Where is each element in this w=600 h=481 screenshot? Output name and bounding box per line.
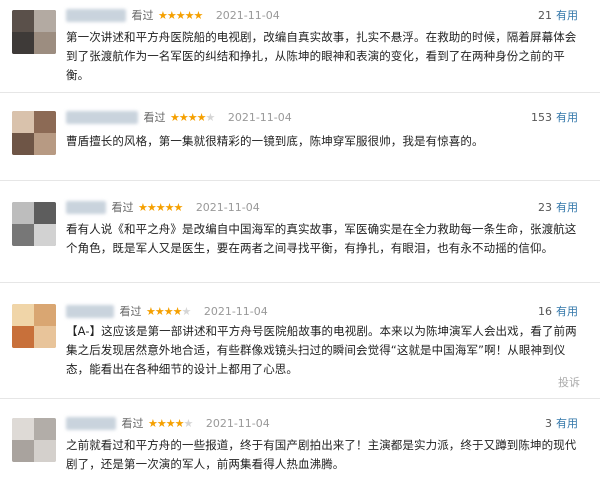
rating-stars: ★★★★★	[170, 110, 215, 124]
review-meta: 看过 ★★★★★ 2021-11-04	[66, 199, 260, 215]
username[interactable]	[66, 200, 106, 214]
review-text: 第一次讲述和平方舟医院船的电视剧，改编自真实故事，扎实不悬浮。在救助的时候，隔着…	[66, 30, 577, 82]
username[interactable]	[66, 110, 138, 124]
useful-count: 21	[538, 9, 552, 22]
useful-vote[interactable]: 3 有用	[545, 415, 578, 431]
review-meta: 看过 ★★★★★ 2021-11-04	[66, 109, 292, 125]
useful-vote[interactable]: 153 有用	[531, 109, 578, 125]
review-date: 2021-11-04	[215, 8, 280, 22]
username[interactable]	[66, 304, 114, 318]
review-text: 【A-】这应该是第一部讲述和平方舟号医院船故事的电视剧。本来以为陈坤演军人会出戏…	[66, 324, 577, 376]
review-text: 曹盾擅长的风格，第一集就很精彩的一镜到底，陈坤穿军服很帅，我是有惊喜的。	[66, 134, 484, 148]
watched-status: 看过	[131, 9, 154, 22]
watched-status: 看过	[121, 417, 144, 430]
avatar[interactable]	[12, 10, 56, 54]
avatar[interactable]	[12, 418, 56, 462]
useful-button[interactable]: 有用	[556, 417, 578, 430]
review-date: 2021-11-04	[203, 304, 268, 318]
rating-stars: ★★★★★	[146, 304, 191, 318]
review-text: 之前就看过和平方舟的一些报道，终于有国产剧拍出来了！主演都是实力派，终于又蹲到陈…	[66, 438, 577, 471]
divider	[0, 398, 600, 399]
username[interactable]	[66, 8, 126, 22]
useful-button[interactable]: 有用	[556, 201, 578, 214]
useful-count: 153	[531, 111, 552, 124]
watched-status: 看过	[111, 201, 134, 214]
watched-status: 看过	[143, 111, 166, 124]
rating-stars: ★★★★★	[138, 200, 183, 214]
avatar[interactable]	[12, 304, 56, 348]
review-meta: 看过 ★★★★★ 2021-11-04	[66, 7, 280, 23]
avatar[interactable]	[12, 111, 56, 155]
review-date: 2021-11-04	[205, 416, 270, 430]
useful-vote[interactable]: 23 有用	[538, 199, 578, 215]
useful-vote[interactable]: 21 有用	[538, 7, 578, 23]
divider	[0, 180, 600, 181]
useful-button[interactable]: 有用	[556, 111, 578, 124]
report-link[interactable]: 投诉	[558, 374, 580, 390]
useful-count: 23	[538, 201, 552, 214]
watched-status: 看过	[119, 305, 142, 318]
review-text: 看有人说《和平之舟》是改编自中国海军的真实故事，军医确实是在全力救助每一条生命，…	[66, 222, 577, 255]
useful-button[interactable]: 有用	[556, 9, 578, 22]
rating-stars: ★★★★★	[158, 8, 203, 22]
short-comments-list: 看过 ★★★★★ 2021-11-04 21 有用 第一次讲述和平方舟医院船的电视…	[0, 0, 600, 481]
review-meta: 看过 ★★★★★ 2021-11-04	[66, 303, 268, 319]
rating-stars: ★★★★★	[148, 416, 193, 430]
useful-count: 3	[545, 417, 552, 430]
divider	[0, 282, 600, 283]
review-date: 2021-11-04	[227, 110, 292, 124]
review-date: 2021-11-04	[195, 200, 260, 214]
review-meta: 看过 ★★★★★ 2021-11-04	[66, 415, 270, 431]
username[interactable]	[66, 416, 116, 430]
useful-button[interactable]: 有用	[556, 305, 578, 318]
avatar[interactable]	[12, 202, 56, 246]
useful-vote[interactable]: 16 有用	[538, 303, 578, 319]
divider	[0, 92, 600, 93]
useful-count: 16	[538, 305, 552, 318]
